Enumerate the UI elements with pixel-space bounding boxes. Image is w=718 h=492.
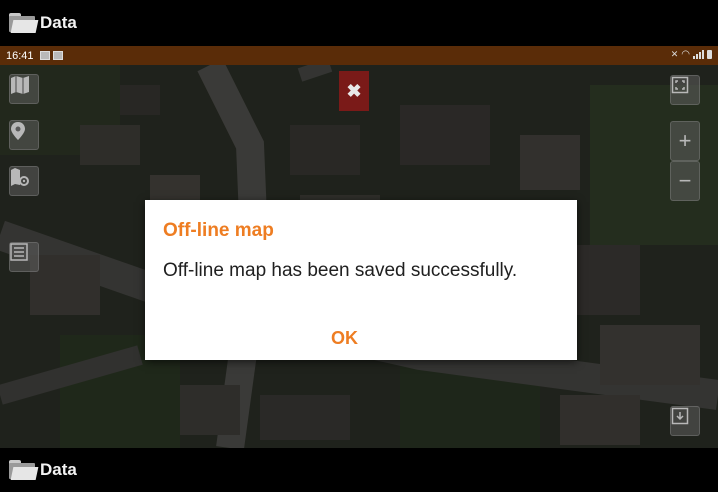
wifi-icon: ◠ <box>681 49 690 60</box>
footer-title: Data <box>40 460 77 479</box>
battery-icon <box>707 50 712 59</box>
layers-list-button[interactable] <box>9 242 39 272</box>
status-icons: ✕ ◠ <box>670 49 712 60</box>
zoom-out-button[interactable]: − <box>670 161 700 201</box>
export-button[interactable] <box>670 406 700 436</box>
status-bar: 16:41 ✕ ◠ <box>0 46 718 65</box>
mute-icon: ✕ <box>670 49 679 59</box>
zoom-out-icon: − <box>678 168 692 193</box>
fullscreen-icon <box>671 76 689 94</box>
close-icon: ✖ <box>346 80 362 101</box>
map-layers-button[interactable] <box>9 74 39 104</box>
dialog-message: Off-line map has been saved successfully… <box>163 260 518 281</box>
my-location-button[interactable] <box>9 120 39 150</box>
map-settings-button[interactable] <box>9 166 39 196</box>
layers-list-icon <box>10 243 28 261</box>
ok-button[interactable]: OK <box>331 328 358 349</box>
folder-icon <box>9 13 39 33</box>
zoom-in-button[interactable]: + <box>670 121 700 161</box>
gallery-notification-icon <box>39 51 50 60</box>
map-icon <box>11 76 29 94</box>
download-notification-icon <box>52 51 63 60</box>
fullscreen-button[interactable] <box>670 75 700 105</box>
dialog-title: Off-line map <box>163 220 274 241</box>
signal-icon <box>693 50 704 59</box>
header-title: Data <box>40 13 77 32</box>
location-pin-icon <box>11 122 25 140</box>
status-time: 16:41 <box>6 49 34 62</box>
close-button[interactable]: ✖ <box>339 71 369 111</box>
app-header: Data <box>0 0 718 46</box>
zoom-in-icon: + <box>678 128 692 153</box>
map-settings-icon <box>11 168 29 186</box>
app-footer: Data <box>0 448 718 492</box>
export-icon <box>671 407 689 425</box>
folder-icon <box>9 460 39 480</box>
offline-map-dialog: Off-line map Off-line map has been saved… <box>145 200 577 360</box>
